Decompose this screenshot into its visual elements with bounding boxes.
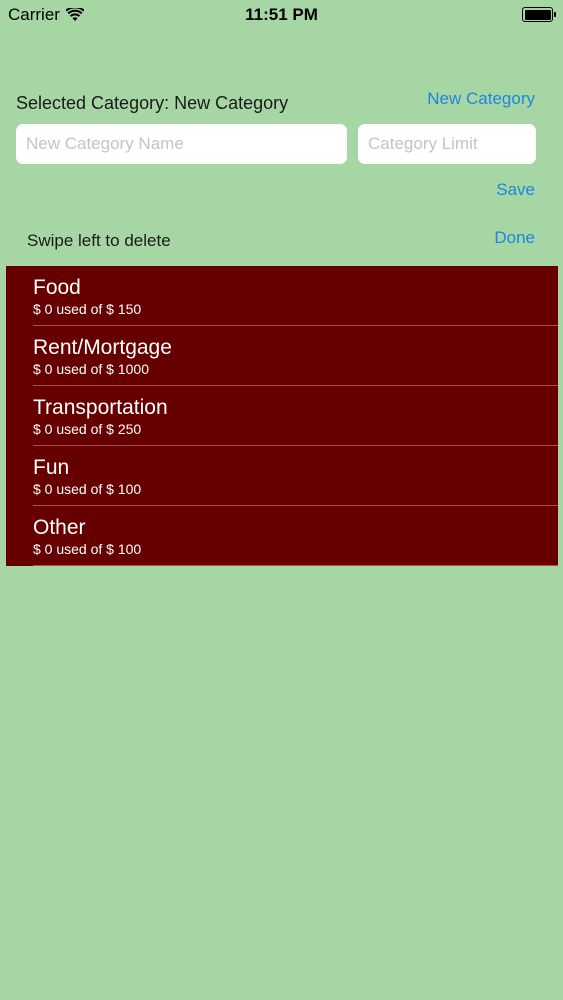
status-bar: Carrier 11:51 PM — [0, 0, 563, 30]
category-usage: $ 0 used of $ 100 — [33, 481, 142, 497]
save-button[interactable]: Save — [496, 180, 535, 200]
category-name: Fun — [33, 456, 70, 479]
category-name: Other — [33, 516, 86, 539]
new-category-button[interactable]: New Category — [427, 89, 535, 109]
selected-category-label: Selected Category: New Category — [16, 93, 289, 113]
category-usage: $ 0 used of $ 250 — [33, 421, 142, 437]
category-name: Rent/Mortgage — [33, 336, 172, 359]
battery-icon — [522, 7, 556, 22]
category-name-input[interactable] — [16, 124, 347, 164]
category-row-rent-mortgage[interactable]: Rent/Mortgage $ 0 used of $ 1000 — [6, 326, 558, 386]
category-list: Food $ 0 used of $ 150 Rent/Mortgage $ 0… — [6, 266, 558, 566]
status-time: 11:51 PM — [245, 5, 318, 24]
category-usage: $ 0 used of $ 100 — [33, 541, 142, 557]
category-row-transportation[interactable]: Transportation $ 0 used of $ 250 — [6, 386, 558, 446]
category-usage: $ 0 used of $ 1000 — [33, 361, 149, 377]
swipe-hint: Swipe left to delete — [27, 231, 171, 250]
category-name: Food — [33, 276, 81, 299]
category-usage: $ 0 used of $ 150 — [33, 301, 142, 317]
category-row-other[interactable]: Other $ 0 used of $ 100 — [6, 506, 558, 566]
category-row-fun[interactable]: Fun $ 0 used of $ 100 — [6, 446, 558, 506]
category-name: Transportation — [33, 396, 168, 419]
category-row-food[interactable]: Food $ 0 used of $ 150 — [6, 266, 558, 326]
category-limit-input[interactable] — [358, 124, 536, 164]
done-button[interactable]: Done — [494, 228, 535, 248]
